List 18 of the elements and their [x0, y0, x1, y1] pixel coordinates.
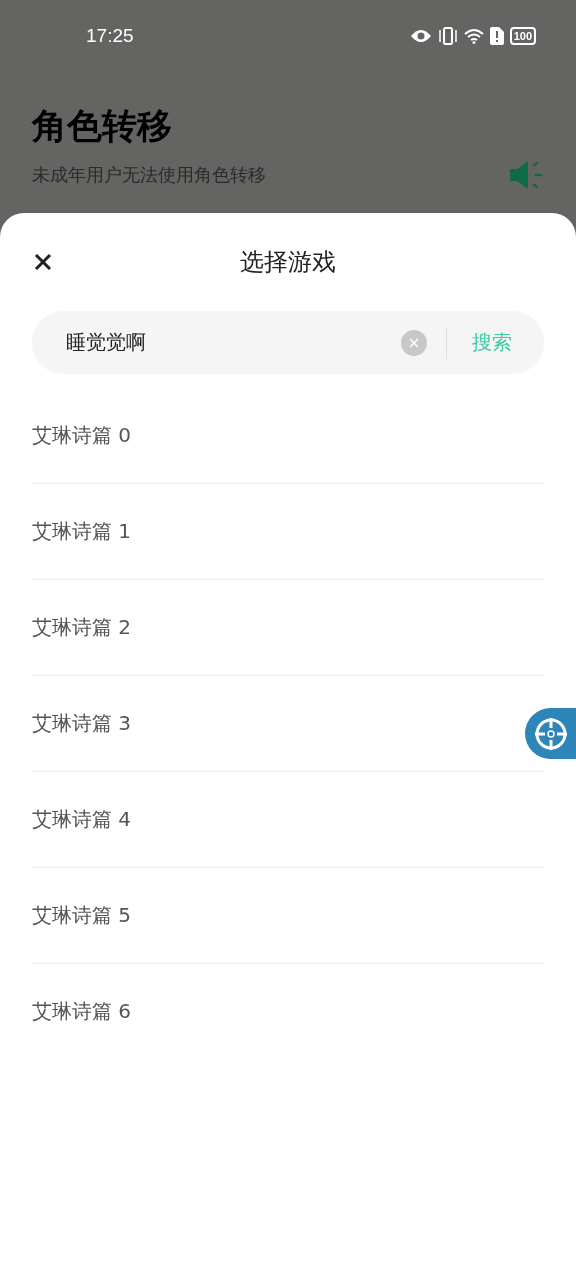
game-item[interactable]: 艾琳诗篇 1	[32, 518, 132, 545]
eye-icon	[409, 29, 432, 43]
game-item[interactable]: 艾琳诗篇 5	[32, 902, 132, 929]
sim-alert-icon	[489, 27, 504, 45]
game-item[interactable]: 艾琳诗篇 3	[32, 710, 132, 737]
sheet-title: 选择游戏	[240, 247, 336, 278]
clear-icon	[409, 337, 419, 348]
vibrate-icon	[437, 27, 458, 45]
battery-level: 100	[509, 27, 536, 45]
game-item[interactable]: 艾琳诗篇 6	[32, 998, 132, 1025]
game-item[interactable]: 艾琳诗篇 0	[32, 422, 132, 449]
wifi-icon	[463, 28, 484, 44]
close-icon	[34, 253, 52, 271]
page-subtitle: 未成年用户无法使用角色转移	[32, 163, 266, 187]
status-time: 17:25	[86, 25, 134, 47]
page-title: 角色转移	[32, 105, 173, 148]
game-item[interactable]: 艾琳诗篇 2	[32, 614, 132, 641]
game-item[interactable]: 艾琳诗篇 4	[32, 806, 132, 833]
